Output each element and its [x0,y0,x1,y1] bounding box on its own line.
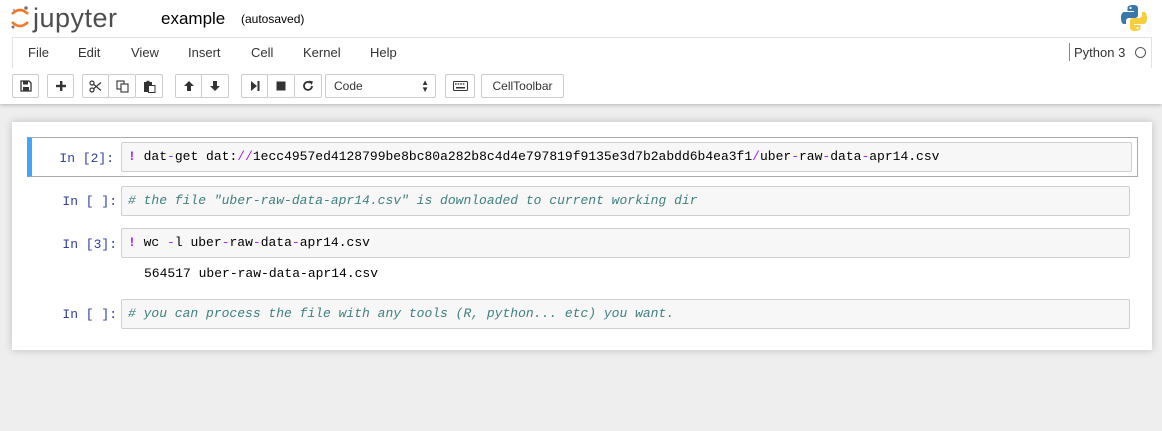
shell-bang: ! [128,235,136,250]
code-operator: - [167,235,175,250]
kernel-name[interactable]: Python 3 [1074,45,1125,60]
code-cell[interactable]: In [3]: ! wc -l uber-raw-data-apr14.csv … [27,227,1138,287]
scissors-icon [89,79,102,93]
paste-icon [143,80,155,93]
plus-icon [55,81,66,91]
paste-cell-button[interactable] [136,74,163,98]
code-token: raw [799,149,823,164]
logo-text: jupyter [33,2,118,33]
code-token: data [260,235,292,250]
code-operator: - [791,149,799,164]
menu-view[interactable]: View [131,45,159,60]
menu-help[interactable]: Help [370,45,397,60]
arrow-up-icon [183,81,194,91]
code-token: wc [143,235,168,250]
floppy-disk-icon [19,80,32,92]
cell-prompt: In [ ]: [62,307,117,322]
menu-bar: File Edit View Insert Cell Kernel Help P… [12,37,1152,68]
code-operator: - [252,235,261,250]
menu-file[interactable]: File [28,45,49,60]
cell-type-select[interactable]: Code ▲ ▼ [325,74,436,98]
cell-input[interactable]: # you can process the file with any tool… [121,299,1130,329]
restart-kernel-button[interactable] [295,74,322,98]
code-token: l uber [174,235,222,250]
command-palette-button[interactable] [445,74,475,98]
kernel-separator [1069,43,1070,61]
code-token: data [830,149,862,164]
menu-cell[interactable]: Cell [251,45,273,60]
code-comment: # the file "uber-raw-data-apr14.csv" is … [128,193,698,208]
step-forward-icon [250,81,259,91]
code-operator: - [291,235,300,250]
cell-input[interactable]: ! wc -l uber-raw-data-apr14.csv [121,228,1130,258]
jupyter-orbit-icon [11,6,29,29]
code-token: apr14.csv [299,235,370,250]
kernel-idle-indicator [1135,47,1146,58]
save-button[interactable] [12,74,39,98]
code-token: get dat: [174,149,238,164]
notebook-header: jupyter example (autosaved) File Edit Vi… [0,0,1162,104]
cell-prompt: In [ ]: [62,194,117,209]
interrupt-kernel-button[interactable] [268,74,295,98]
arrow-down-icon [210,81,220,91]
move-cell-down-button[interactable] [202,74,229,98]
code-cell[interactable]: In [2]: ! dat-get dat://1ecc4957ed412879… [27,137,1138,177]
jupyter-logo[interactable]: jupyter [10,2,118,34]
notebook-container: In [2]: ! dat-get dat://1ecc4957ed412879… [12,122,1152,350]
cell-output: 564517 uber-raw-data-apr14.csv [144,266,379,281]
code-comment: # you can process the file with any tool… [128,306,675,321]
code-operator: - [167,149,175,164]
copy-icon [115,79,129,93]
run-cell-button[interactable] [241,74,268,98]
cell-prompt: In [2]: [59,151,114,166]
menu-insert[interactable]: Insert [188,45,221,60]
header-top: jupyter example (autosaved) [0,0,1162,38]
code-operator: // [237,149,253,164]
refresh-icon [303,80,313,91]
stop-icon [276,81,286,91]
main-toolbar: Code ▲ ▼ CellToolbar [12,68,1152,104]
copy-cell-button[interactable] [109,74,136,98]
cell-prompt: In [3]: [62,237,117,252]
keyboard-icon [452,81,468,91]
code-token: uber [759,149,792,164]
code-token: raw [229,235,253,250]
cell-input[interactable]: ! dat-get dat://1ecc4957ed4128799be8bc80… [121,142,1132,172]
code-token: apr14.csv [869,149,940,164]
cell-type-value: Code [334,79,363,93]
celltoolbar-button[interactable]: CellToolbar [481,74,564,98]
cut-cell-button[interactable] [82,74,109,98]
move-cell-up-button[interactable] [175,74,202,98]
menu-edit[interactable]: Edit [78,45,100,60]
code-cell[interactable]: In [ ]: # the file "uber-raw-data-apr14.… [27,185,1138,219]
menu-kernel[interactable]: Kernel [303,45,341,60]
notebook-name[interactable]: example [161,9,225,29]
code-operator: / [752,149,760,164]
shell-bang: ! [128,149,136,164]
code-token: dat [143,149,168,164]
insert-cell-below-button[interactable] [47,74,74,98]
cell-input[interactable]: # the file "uber-raw-data-apr14.csv" is … [121,186,1130,216]
autosave-status: (autosaved) [241,12,305,26]
code-cell[interactable]: In [ ]: # you can process the file with … [27,297,1138,331]
code-token: 1ecc4957ed4128799be8bc80a282b8c4d4e79781… [252,149,753,164]
select-arrows-icon: ▲ ▼ [421,78,429,94]
python-logo-icon [1121,5,1147,31]
